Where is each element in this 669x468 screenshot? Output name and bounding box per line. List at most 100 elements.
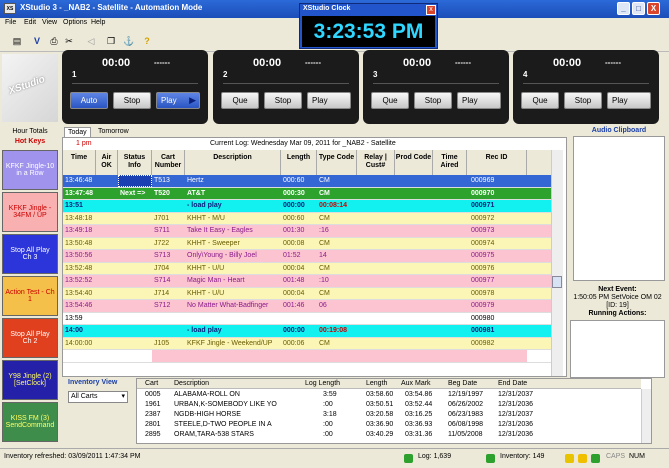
hot-key-2[interactable]: KFKF Jingle - 34FM / UP [2, 192, 58, 232]
log-column-header[interactable]: Type Code [317, 150, 357, 175]
log-row[interactable]: 13:47:48 Next => T520 AT&T 000:30 CM 000970 [63, 187, 551, 200]
player-progress [373, 83, 499, 84]
inventory-scrollbar[interactable] [641, 389, 651, 443]
tab-tomorrow[interactable]: Tomorrow [95, 127, 132, 137]
hour-totals-label[interactable]: Hour Totals [2, 128, 58, 138]
log-cell-air [96, 313, 118, 325]
log-scrollbar[interactable] [551, 150, 563, 376]
log-row[interactable]: 13:52:52 S714 Magic Man - Heart 001:48:10 00… [63, 275, 551, 288]
log-row[interactable]: 13:49:18 S711 Take It Easy - Eagles 001:30:… [63, 225, 551, 238]
log-row[interactable]: 13:59 000980 [63, 312, 551, 325]
inventory-column-header[interactable]: End Date [498, 379, 527, 389]
inventory-column-header[interactable]: Length [366, 379, 387, 389]
hot-key-6[interactable]: Y98 Jingle (2) [SetClock] [2, 360, 58, 400]
inventory-row[interactable]: 2801 STEELE,D-TWO PEOPLE IN A:00 03:36.90 0… [137, 420, 641, 430]
log-row[interactable]: 14:00 - load play 000:00 00:19:08 000981 [63, 325, 551, 338]
network-icon[interactable]: ⚓ [122, 34, 136, 48]
que-button[interactable]: Que [371, 92, 409, 109]
log-icon[interactable]: ▤ [10, 34, 24, 48]
que-button[interactable]: Que [521, 92, 559, 109]
hot-key-7[interactable]: KISS FM (3) SendCommand [2, 402, 58, 442]
copy-icon[interactable]: ❐ [104, 34, 118, 48]
inventory-cell-len: 03:50.51 [366, 401, 394, 408]
log-table[interactable]: 13:46:48 T513 Hertz 000:60 CM 000969 13:47:48 N… [63, 175, 551, 363]
log-scroll-thumb[interactable] [552, 276, 562, 288]
inventory-row[interactable]: 2895 ORAM,TARA-538 STARS:00 03:40.29 03:31.… [137, 430, 641, 440]
inventory-column-header[interactable]: Log Length [305, 379, 340, 389]
hot-key-5[interactable]: Stop All Play Ch 2 [2, 318, 58, 358]
log-cell-time: 13:49:18 [65, 227, 93, 234]
play-button[interactable]: Play [156, 92, 200, 109]
inventory-column-header[interactable]: Aux Mark [401, 379, 431, 389]
player-number: 2 [223, 70, 228, 79]
inventory-column-header[interactable]: Cart [145, 379, 158, 389]
inventory-row[interactable]: 2387 NGDB-HIGH HORSE 3:18 03:20.58 03:16.25 0… [137, 410, 641, 420]
log-column-header[interactable]: Prod Code [395, 150, 433, 175]
log-row[interactable]: 13:50:48 J722 KHHT - Sweeper 000:08 CM 000974 [63, 237, 551, 250]
log-row[interactable]: 14:00:00 J105 KFKF Jingle - Weekend/UP 000:… [63, 337, 551, 350]
minimize-button[interactable]: _ [617, 2, 630, 15]
log-cell-prod [395, 288, 433, 300]
que-button[interactable]: Que [221, 92, 259, 109]
log-row[interactable]: 13:51 - load play 000:00 00:08:14 000971 [63, 200, 551, 213]
inventory-cell-beg: 06/26/2002 [448, 401, 484, 408]
stop-button[interactable]: Stop [564, 92, 602, 109]
log-row[interactable]: 13:48:18 J701 KHHT - M/U 000:60 CM 000972 [63, 212, 551, 225]
clock-close-button[interactable]: x [426, 5, 436, 15]
play-button[interactable]: Play [307, 92, 351, 109]
log-row[interactable]: 13:50:56 S713 Only\Young - Billy Joel 01:52… [63, 250, 551, 263]
hot-key-3[interactable]: Stop All Play Ch 3 [2, 234, 58, 274]
back-icon[interactable]: ◁ [84, 34, 98, 48]
play-button[interactable]: Play [457, 92, 501, 109]
log-column-header[interactable]: Length [281, 150, 317, 175]
tab-today[interactable]: Today [64, 127, 91, 137]
log-cell-rec: 000978 [471, 289, 495, 297]
maximize-button[interactable]: □ [632, 2, 645, 15]
log-column-header[interactable]: Relay | Cust# [357, 150, 395, 175]
close-button[interactable]: X [647, 2, 660, 15]
stop-button[interactable]: Stop [113, 92, 151, 109]
log-column-header[interactable]: Time [63, 150, 96, 175]
stop-button[interactable]: Stop [414, 92, 452, 109]
log-column-header[interactable]: Air OK [96, 150, 118, 175]
log-row[interactable]: 13:52:48 J704 KHHT - U/U 000:04 CM 000976 [63, 262, 551, 275]
menu-view[interactable]: View [42, 19, 57, 26]
cut-icon[interactable]: ✂ [62, 34, 76, 48]
inventory-row[interactable]: 1961 URBAN,K-SOMEBODY LIKE YO:00 03:50.51 0… [137, 400, 641, 410]
stop-button[interactable]: Stop [264, 92, 302, 109]
log-row[interactable]: 13:46:48 T513 Hertz 000:60 CM 000969 [63, 175, 551, 188]
inventory-filter-select[interactable]: All Carts [68, 391, 128, 403]
inventory-table[interactable]: 0005 ALABAMA-ROLL ON 3:59 03:58.60 03:54.86 1… [137, 390, 641, 440]
clock-window[interactable]: XStudio Clock x 3:23:53 PM [299, 3, 438, 49]
log-cell-time: 13:50:48 [65, 239, 93, 247]
help-icon[interactable]: ? [140, 34, 154, 48]
inventory-row[interactable]: 0005 ALABAMA-ROLL ON 3:59 03:58.60 03:54.86 1… [137, 390, 641, 400]
auto-button[interactable]: Auto [70, 92, 108, 109]
hot-key-1[interactable]: KFKF Jingle-10 in a Row [2, 150, 58, 190]
log-column-header[interactable]: Time Aired [433, 150, 467, 175]
menu-help[interactable]: Help [91, 19, 105, 26]
log-column-header[interactable]: Description [185, 150, 281, 175]
log-row[interactable]: 13:54:46 S712 No Matter What-Badfinger 001:… [63, 300, 551, 313]
voice-track-icon[interactable]: V [30, 34, 44, 48]
play-button[interactable]: Play [607, 92, 651, 109]
inventory-column-header[interactable]: Description [174, 379, 209, 389]
log-cell-aired [433, 188, 467, 200]
audio-clipboard[interactable] [573, 136, 665, 281]
log-cell-cart: S714 [154, 277, 171, 284]
menu-edit[interactable]: Edit [24, 19, 36, 26]
menu-file[interactable]: File [5, 19, 16, 26]
log-column-header[interactable]: Cart Number [152, 150, 185, 175]
log-column-header[interactable]: Rec ID [467, 150, 527, 175]
menu-options[interactable]: Options [63, 19, 87, 26]
log-cell-type: CM [319, 189, 330, 197]
log-cell-prod [395, 338, 433, 350]
inventory-column-header[interactable]: Beg Date [448, 379, 477, 389]
log-column-header[interactable]: Status Info [118, 150, 152, 175]
log-cell-relay [357, 275, 395, 287]
log-row[interactable] [63, 350, 551, 363]
print-icon[interactable]: ⎙ [47, 34, 61, 48]
log-cell-status [118, 275, 152, 287]
hot-key-4[interactable]: Action Test - Ch 1 [2, 276, 58, 316]
log-row[interactable]: 13:54:40 J714 KHHT - U/U 000:04 CM 000978 [63, 287, 551, 300]
